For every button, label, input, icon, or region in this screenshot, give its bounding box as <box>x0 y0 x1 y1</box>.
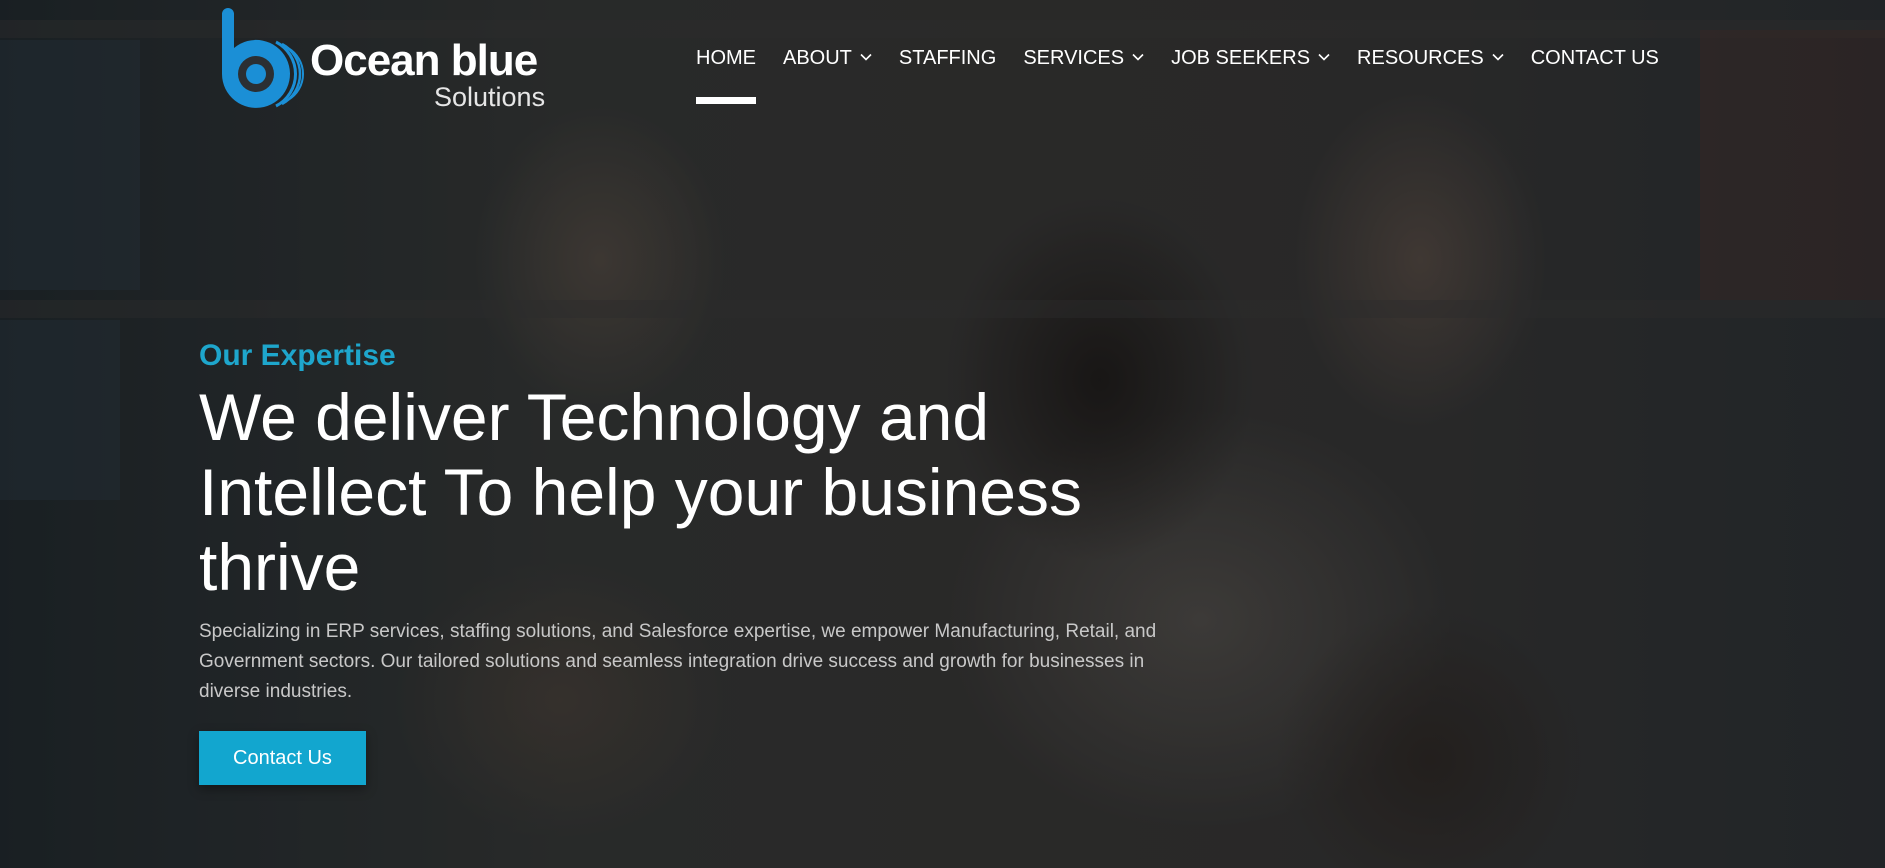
nav-item-label: RESOURCES <box>1357 46 1484 69</box>
active-indicator <box>696 96 756 104</box>
nav-item-job-seekers[interactable]: JOB SEEKERS <box>1171 47 1330 70</box>
nav-item-label: STAFFING <box>898 46 997 69</box>
nav-item-label: HOME <box>696 46 756 69</box>
nav-item-label: ABOUT <box>783 46 852 69</box>
site-header: Ocean blue Solutions HOME ABOUT STAFFING… <box>0 0 1885 120</box>
nav-item-about[interactable]: ABOUT <box>783 47 872 70</box>
nav-item-label: JOB SEEKERS <box>1171 46 1311 69</box>
logo-mark-icon <box>222 8 305 108</box>
nav-item-home[interactable]: HOME <box>696 46 756 104</box>
contact-us-button[interactable]: Contact Us <box>199 731 366 785</box>
hero-section: Ocean blue Solutions HOME ABOUT STAFFING… <box>0 0 1885 868</box>
hero-content: Our Expertise We deliver Technology and … <box>199 338 1209 785</box>
nav-item-contact-us[interactable]: CONTACT US <box>1531 47 1659 70</box>
chevron-down-icon <box>860 53 872 61</box>
nav-item-staffing[interactable]: STAFFING <box>899 47 996 70</box>
nav-item-services[interactable]: SERVICES <box>1023 47 1144 70</box>
nav-item-resources[interactable]: RESOURCES <box>1357 47 1504 70</box>
chevron-down-icon <box>1318 53 1330 61</box>
logo-tagline: Solutions <box>434 82 546 112</box>
logo-wordmark: Ocean blue <box>310 36 538 85</box>
chevron-down-icon <box>1132 53 1144 61</box>
chevron-down-icon <box>1492 53 1504 61</box>
nav-item-label: SERVICES <box>1023 46 1125 69</box>
hero-description: Specializing in ERP services, staffing s… <box>199 621 1157 702</box>
nav-item-label: CONTACT US <box>1530 46 1659 69</box>
site-logo[interactable]: Ocean blue Solutions <box>218 8 558 114</box>
main-nav: HOME ABOUT STAFFING SERVICES JOB SEEKERS… <box>696 44 1659 104</box>
hero-eyebrow: Our Expertise <box>199 339 396 372</box>
hero-headline: We deliver Technology and Intellect To h… <box>199 380 1082 604</box>
